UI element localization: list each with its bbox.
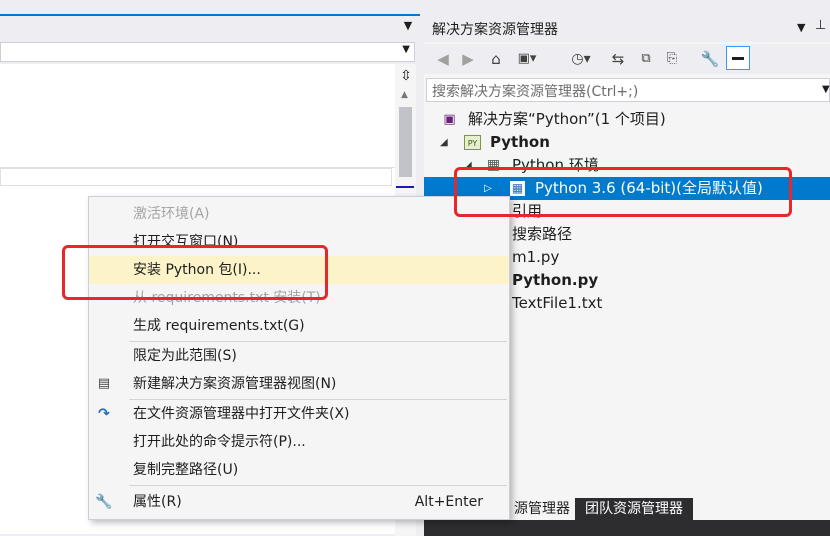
window-menu-dropdown-icon[interactable]: ▼ <box>797 21 805 34</box>
tree-item-label: 搜索路径 <box>512 225 573 243</box>
tree-item-label: Python <box>490 133 550 151</box>
menu-item-label: 新建解决方案资源管理器视图(N) <box>133 376 337 392</box>
forward-icon[interactable]: ▶ <box>459 48 477 70</box>
status-strip <box>424 520 830 536</box>
navigation-bar[interactable]: ▼ <box>0 42 415 62</box>
pin-icon[interactable]: ⊥ <box>815 18 826 33</box>
search-options-icon[interactable]: ▼ <box>822 84 830 95</box>
solution-icon: ▣ <box>443 112 456 127</box>
menu-item-copy-path[interactable]: 复制完整路径(U) <box>89 456 509 484</box>
solution-explorer-title: 解决方案资源管理器 <box>432 22 558 38</box>
menu-item-open-folder[interactable]: ↷ 在文件资源管理器中打开文件夹(X) <box>89 400 509 428</box>
tree-item-label: m1.py <box>512 248 560 266</box>
home-icon[interactable]: ⌂ <box>486 48 506 70</box>
preview-selected-items-icon[interactable] <box>726 46 750 70</box>
tab-list-dropdown-icon[interactable]: ▼ <box>400 18 416 34</box>
menu-item-label: 激活环境(A) <box>133 206 210 222</box>
menu-item-properties[interactable]: 🔧 属性(R) Alt+Enter <box>89 488 509 516</box>
menu-item-label: 复制完整路径(U) <box>133 462 239 478</box>
wrench-icon: 🔧 <box>95 494 113 510</box>
open-folder-arrow-icon: ↷ <box>98 406 110 422</box>
scrollbar-thumb[interactable] <box>399 107 412 177</box>
split-editor-icon[interactable]: ⇳ <box>399 68 413 84</box>
tree-item-label: TextFile1.txt <box>512 294 603 312</box>
properties-wrench-icon[interactable]: 🔧 <box>700 48 720 70</box>
scroll-up-icon[interactable]: ▲ <box>401 90 408 100</box>
search-placeholder: 搜索解决方案资源管理器(Ctrl+;) <box>432 84 639 100</box>
pending-changes-filter-icon[interactable]: ◷▾ <box>566 48 596 70</box>
menu-item-scope-to-this[interactable]: 限定为此范围(S) <box>89 342 509 370</box>
menu-item-label: 生成 requirements.txt(G) <box>133 318 305 334</box>
menu-item-label: 属性(R) <box>133 494 182 510</box>
tree-item-label: Python.py <box>512 271 599 289</box>
editor-line[interactable] <box>0 168 392 186</box>
tree-item-label: 解决方案“Python”(1 个项目) <box>468 110 666 128</box>
python-project-icon: PY <box>464 135 481 150</box>
menu-item-command-prompt[interactable]: 打开此处的命令提示符(P)... <box>89 428 509 456</box>
tab-team-explorer[interactable]: 团队资源管理器 <box>575 498 693 520</box>
menu-item-activate-env[interactable]: 激活环境(A) <box>89 200 509 228</box>
scroll-position-marker <box>396 186 414 188</box>
sync-icon[interactable]: ⇆ <box>608 48 628 70</box>
menu-item-label: 打开此处的命令提示符(P)... <box>133 434 306 450</box>
editor-active-line <box>0 14 420 16</box>
back-icon[interactable]: ◀ <box>434 48 452 70</box>
tree-item-project[interactable]: ◢ PY Python <box>424 131 830 154</box>
chevron-down-icon[interactable]: ▼ <box>402 44 410 55</box>
menu-item-generate-requirements[interactable]: 生成 requirements.txt(G) <box>89 312 509 340</box>
editor-tab-bar <box>0 14 420 40</box>
menu-item-new-view[interactable]: ▤ 新建解决方案资源管理器视图(N) <box>89 370 509 398</box>
new-view-icon: ▤ <box>97 376 111 391</box>
menu-separator <box>129 485 507 486</box>
switch-views-icon[interactable]: ▣▾ <box>514 48 540 70</box>
show-all-files-icon[interactable]: ⎘ <box>662 48 682 70</box>
tree-item-solution[interactable]: ▣ 解决方案“Python”(1 个项目) <box>424 108 830 131</box>
expanded-arrow-icon[interactable]: ◢ <box>440 131 448 154</box>
annotation-box-python-env <box>454 167 792 217</box>
menu-item-label: 在文件资源管理器中打开文件夹(X) <box>133 406 350 422</box>
annotation-box-install-package <box>62 245 328 300</box>
menu-item-shortcut: Alt+Enter <box>414 494 483 510</box>
menu-item-label: 限定为此范围(S) <box>133 348 237 364</box>
collapse-all-icon[interactable]: ⧉ <box>636 48 656 70</box>
